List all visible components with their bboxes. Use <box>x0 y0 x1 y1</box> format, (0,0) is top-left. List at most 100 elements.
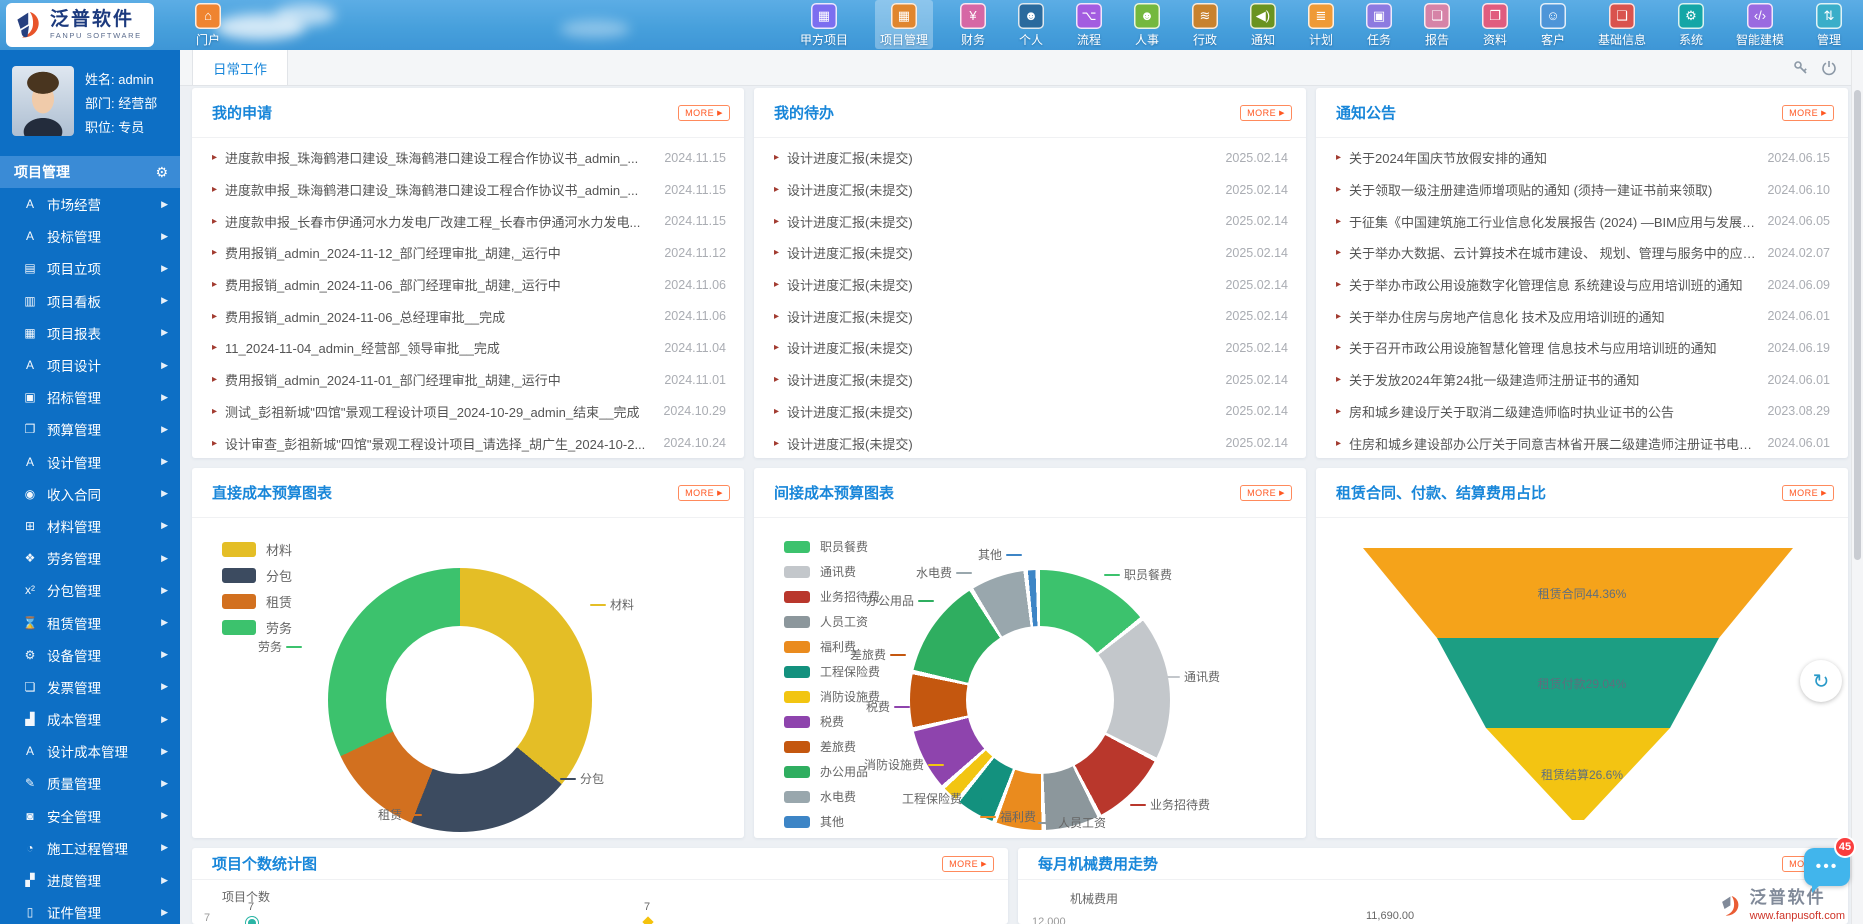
legend-item-材料[interactable]: 材料 <box>222 536 292 562</box>
nav-item-智能建模[interactable]: ‹/›智能建模 <box>1731 0 1789 49</box>
request-row[interactable]: ▸测试_彭祖新城"四馆"景观工程设计项目_2024-10-29_admin_结束… <box>212 396 726 428</box>
notice-row[interactable]: ▸于征集《中国建筑施工行业信息化发展报告 (2024) —BIM应用与发展》材料… <box>1336 205 1830 237</box>
more-button[interactable]: MORE <box>1240 105 1292 121</box>
legend-item-劳务[interactable]: 劳务 <box>222 614 292 640</box>
todo-row[interactable]: ▸设计进度汇报(未提交)2025.02.14 <box>774 269 1288 301</box>
request-row[interactable]: ▸进度款申报_珠海鹤港口建设_珠海鹤港口建设工程合作协议书_admin_...2… <box>212 142 726 174</box>
todo-row[interactable]: ▸设计进度汇报(未提交)2025.02.14 <box>774 142 1288 174</box>
todo-row[interactable]: ▸设计进度汇报(未提交)2025.02.14 <box>774 205 1288 237</box>
funnel-band-租赁付款[interactable]: 租赁付款29.04% <box>1316 638 1848 728</box>
legend-item-分包[interactable]: 分包 <box>222 562 292 588</box>
nav-item-行政[interactable]: ≋行政 <box>1187 0 1223 49</box>
sidebar-item-安全管理[interactable]: ◙安全管理▶ <box>0 800 180 832</box>
nav-item-管理[interactable]: ⇅管理 <box>1811 0 1847 49</box>
notice-row[interactable]: ▸住房和城乡建设部办公厅关于同意吉林省开展二级建造师注册证书电子化试点...20… <box>1336 427 1830 458</box>
legend-item-租赁[interactable]: 租赁 <box>222 588 292 614</box>
nav-item-甲方项目[interactable]: ▦甲方项目 <box>795 0 853 49</box>
scrollbar-thumb[interactable] <box>1854 90 1861 560</box>
nav-item-任务[interactable]: ▣任务 <box>1361 0 1397 49</box>
nav-item-门户[interactable]: ⌂门户 <box>190 0 226 49</box>
more-button[interactable]: MORE <box>1782 485 1834 501</box>
direct-cost-donut[interactable] <box>328 568 592 832</box>
todo-row[interactable]: ▸设计进度汇报(未提交)2025.02.14 <box>774 300 1288 332</box>
nav-item-流程[interactable]: ⌥流程 <box>1071 0 1107 49</box>
power-exit-icon[interactable] <box>1821 60 1837 76</box>
sidebar-item-收入合同[interactable]: ◉收入合同▶ <box>0 478 180 510</box>
request-row[interactable]: ▸进度款申报_长春市伊通河水力发电厂改建工程_长春市伊通河水力发电...2024… <box>212 205 726 237</box>
nav-item-通知[interactable]: ◀)通知 <box>1245 0 1281 49</box>
request-row[interactable]: ▸进度款申报_珠海鹤港口建设_珠海鹤港口建设工程合作协议书_admin_...2… <box>212 174 726 206</box>
more-button[interactable]: MORE <box>1240 485 1292 501</box>
sidebar-item-材料管理[interactable]: ⊞材料管理▶ <box>0 510 180 542</box>
nav-item-个人[interactable]: ☻个人 <box>1013 0 1049 49</box>
request-row[interactable]: ▸设计审查_彭祖新城"四馆"景观工程设计项目_请选择_胡广生_2024-10-2… <box>212 427 726 458</box>
todo-row[interactable]: ▸设计进度汇报(未提交)2025.02.14 <box>774 427 1288 458</box>
nav-item-人事[interactable]: ☻人事 <box>1129 0 1165 49</box>
notice-row[interactable]: ▸房和城乡建设厅关于取消二级建造师临时执业证书的公告2023.08.29 <box>1336 396 1830 428</box>
request-row[interactable]: ▸费用报销_admin_2024-11-12_部门经理审批_胡建,_运行中202… <box>212 237 726 269</box>
todo-row[interactable]: ▸设计进度汇报(未提交)2025.02.14 <box>774 174 1288 206</box>
funnel-band-租赁结算[interactable]: 租赁结算26.6% <box>1316 728 1848 820</box>
sidebar-item-发票管理[interactable]: ❏发票管理▶ <box>0 671 180 703</box>
notice-row[interactable]: ▸关于领取一级注册建造师增项贴的通知 (须持一建证书前来领取)2024.06.1… <box>1336 174 1830 206</box>
sidebar-item-租赁管理[interactable]: ⌛租赁管理▶ <box>0 606 180 638</box>
notice-row[interactable]: ▸关于举办市政公用设施数字化管理信息 系统建设与应用培训班的通知2024.06.… <box>1336 269 1830 301</box>
nav-item-项目管理[interactable]: ▦项目管理 <box>875 0 933 49</box>
sidebar-item-项目设计[interactable]: A项目设计▶ <box>0 349 180 381</box>
sidebar-item-施工过程管理[interactable]: ◔施工过程管理▶ <box>0 832 180 864</box>
sidebar-item-设计管理[interactable]: A设计管理▶ <box>0 446 180 478</box>
legend-item-人员工资[interactable]: 人员工资 <box>784 609 880 634</box>
todo-row[interactable]: ▸设计进度汇报(未提交)2025.02.14 <box>774 364 1288 396</box>
nav-item-资料[interactable]: ❐资料 <box>1477 0 1513 49</box>
legend-item-其他[interactable]: 其他 <box>784 809 880 834</box>
request-row[interactable]: ▸11_2024-11-04_admin_经营部_领导审批__完成2024.11… <box>212 332 726 364</box>
request-row[interactable]: ▸费用报销_admin_2024-11-01_部门经理审批_胡建,_运行中202… <box>212 364 726 396</box>
sidebar-item-市场经营[interactable]: A市场经营▶ <box>0 188 180 220</box>
key-icon[interactable] <box>1793 60 1809 76</box>
more-button[interactable]: MORE <box>1782 105 1834 121</box>
sidebar-item-项目看板[interactable]: ▥项目看板▶ <box>0 285 180 317</box>
todo-row[interactable]: ▸设计进度汇报(未提交)2025.02.14 <box>774 396 1288 428</box>
notice-row[interactable]: ▸关于召开市政公用设施智慧化管理 信息技术与应用培训班的通知2024.06.19 <box>1336 332 1830 364</box>
sidebar-item-设备管理[interactable]: ⚙设备管理▶ <box>0 639 180 671</box>
nav-item-系统[interactable]: ⚙系统 <box>1673 0 1709 49</box>
nav-item-财务[interactable]: ¥财务 <box>955 0 991 49</box>
notice-row[interactable]: ▸关于2024年国庆节放假安排的通知2024.06.15 <box>1336 142 1830 174</box>
todo-row[interactable]: ▸设计进度汇报(未提交)2025.02.14 <box>774 332 1288 364</box>
notice-row[interactable]: ▸关于举办住房与房地产信息化 技术及应用培训班的通知2024.06.01 <box>1336 300 1830 332</box>
legend-item-水电费[interactable]: 水电费 <box>784 784 880 809</box>
bullet-icon: ▸ <box>212 184 217 195</box>
tab-daily-work[interactable]: 日常工作 <box>192 49 288 85</box>
notice-row[interactable]: ▸关于举办大数据、云计算技术在城市建设、 规划、管理与服务中的应用培训班...2… <box>1336 237 1830 269</box>
sidebar-item-投标管理[interactable]: A投标管理▶ <box>0 220 180 252</box>
nav-item-计划[interactable]: ≣计划 <box>1303 0 1339 49</box>
sidebar-item-项目报表[interactable]: ▦项目报表▶ <box>0 317 180 349</box>
sidebar-item-质量管理[interactable]: ✎质量管理▶ <box>0 767 180 799</box>
sidebar-item-设计成本管理[interactable]: A设计成本管理▶ <box>0 735 180 767</box>
more-button[interactable]: MORE <box>942 856 994 872</box>
sidebar-item-预算管理[interactable]: ❐预算管理▶ <box>0 413 180 445</box>
sidebar-item-成本管理[interactable]: ▟成本管理▶ <box>0 703 180 735</box>
sidebar-item-进度管理[interactable]: ▞进度管理▶ <box>0 864 180 896</box>
todo-row[interactable]: ▸设计进度汇报(未提交)2025.02.14 <box>774 237 1288 269</box>
nav-item-label: 资料 <box>1483 31 1507 48</box>
legend-item-职员餐费[interactable]: 职员餐费 <box>784 534 880 559</box>
notice-row[interactable]: ▸关于发放2024年第24批一级建造师注册证书的通知2024.06.01 <box>1336 364 1830 396</box>
nav-item-客户[interactable]: ☺客户 <box>1535 0 1571 49</box>
request-row[interactable]: ▸费用报销_admin_2024-11-06_部门经理审批_胡建,_运行中202… <box>212 269 726 301</box>
sidebar-item-分包管理[interactable]: x²分包管理▶ <box>0 574 180 606</box>
module-settings-gear-icon[interactable]: ⚙ <box>155 164 168 181</box>
sidebar-item-招标管理[interactable]: ▣招标管理▶ <box>0 381 180 413</box>
more-button[interactable]: MORE <box>678 485 730 501</box>
sidebar-item-项目立项[interactable]: ▤项目立项▶ <box>0 252 180 284</box>
nav-item-基础信息[interactable]: ❑基础信息 <box>1593 0 1651 49</box>
request-row[interactable]: ▸费用报销_admin_2024-11-06_总经理审批__完成2024.11.… <box>212 300 726 332</box>
legend-item-通讯费[interactable]: 通讯费 <box>784 559 880 584</box>
sidebar-item-劳务管理[interactable]: ❖劳务管理▶ <box>0 542 180 574</box>
sidebar-item-证件管理[interactable]: ▯证件管理▶ <box>0 896 180 924</box>
more-button[interactable]: MORE <box>678 105 730 121</box>
funnel-band-租赁合同[interactable]: 租赁合同44.36% <box>1316 548 1848 638</box>
change-skin-button[interactable]: ↻ <box>1800 660 1842 702</box>
system-gear-icon: ⚙ <box>1678 3 1704 29</box>
nav-item-报告[interactable]: ❏报告 <box>1419 0 1455 49</box>
